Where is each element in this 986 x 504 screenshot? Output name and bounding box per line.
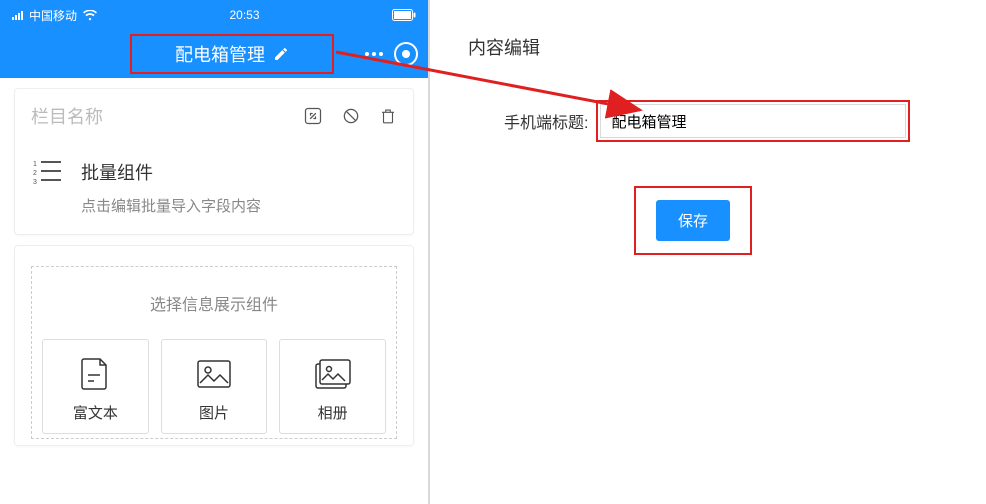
- pane-divider: [428, 0, 430, 504]
- wifi-icon: [83, 10, 97, 21]
- batch-title: 批量组件: [81, 159, 261, 185]
- mobile-status-bar: 中国移动 20:53: [0, 0, 428, 30]
- carrier-label: 中国移动: [29, 7, 77, 24]
- tile-label: 相册: [284, 402, 381, 423]
- batch-subtitle: 点击编辑批量导入字段内容: [81, 195, 261, 216]
- more-icon[interactable]: [364, 51, 384, 57]
- section-header: 栏目名称: [15, 89, 413, 143]
- mobile-title: 配电箱管理: [175, 41, 265, 67]
- tile-richtext[interactable]: 富文本: [42, 339, 149, 434]
- forbid-icon[interactable]: [341, 106, 361, 126]
- list-icon: 1 2 3: [33, 159, 63, 188]
- edit-icon: [273, 46, 289, 62]
- battery-icon: [392, 9, 416, 21]
- svg-text:1: 1: [33, 161, 37, 168]
- mobile-preview-pane: 中国移动 20:53 配电箱管理 栏目名称: [0, 0, 428, 504]
- mobile-title-highlight[interactable]: 配电箱管理: [130, 34, 334, 74]
- save-button[interactable]: 保存: [656, 200, 730, 241]
- target-icon[interactable]: [394, 42, 418, 66]
- title-input-highlight: [596, 100, 910, 142]
- form-label: 手机端标题:: [504, 109, 588, 133]
- resize-icon[interactable]: [303, 106, 323, 126]
- album-icon: [284, 354, 381, 394]
- save-button-highlight: 保存: [634, 186, 752, 255]
- picker-title: 选择信息展示组件: [42, 291, 386, 315]
- tile-label: 富文本: [47, 402, 144, 423]
- tile-album[interactable]: 相册: [279, 339, 386, 434]
- document-icon: [47, 354, 144, 394]
- mobile-header: 配电箱管理: [0, 30, 428, 78]
- signal-icon: [12, 10, 23, 20]
- title-form-row: 手机端标题:: [440, 70, 980, 142]
- svg-text:3: 3: [33, 179, 37, 185]
- tile-image[interactable]: 图片: [161, 339, 268, 434]
- svg-text:2: 2: [33, 170, 37, 177]
- editor-title: 内容编辑: [440, 0, 980, 70]
- image-icon: [166, 354, 263, 394]
- tile-label: 图片: [166, 402, 263, 423]
- component-picker: 选择信息展示组件 富文本 图片: [14, 245, 414, 446]
- trash-icon[interactable]: [379, 106, 397, 126]
- mobile-title-input[interactable]: [600, 104, 906, 138]
- batch-component-row[interactable]: 1 2 3 批量组件 点击编辑批量导入字段内容: [15, 143, 413, 234]
- clock-label: 20:53: [229, 8, 259, 22]
- section-title: 栏目名称: [31, 103, 103, 129]
